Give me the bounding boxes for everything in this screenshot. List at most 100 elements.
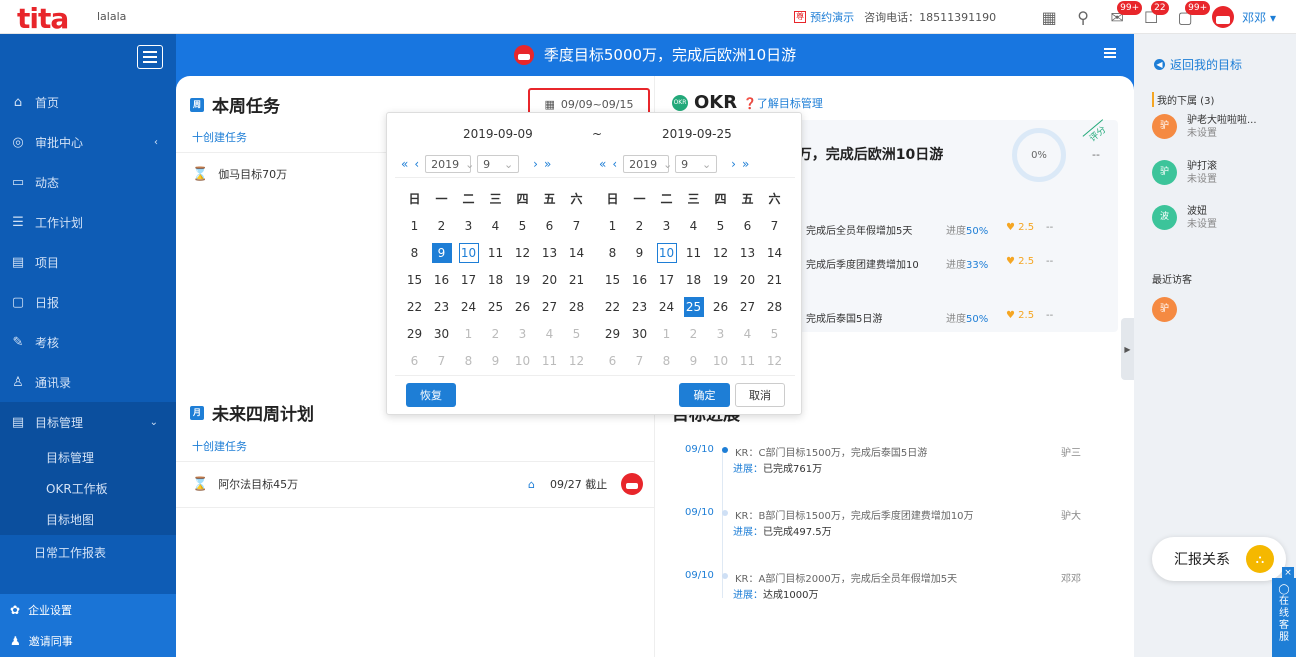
calendar-day[interactable]: 15 <box>599 270 626 290</box>
calendar-day[interactable]: 3 <box>509 324 536 344</box>
calendar-day[interactable]: 19 <box>509 270 536 290</box>
sidebar-item-work-plan[interactable]: ☰ 工作计划 <box>0 202 176 242</box>
sidebar-item-daily[interactable]: ▢ 日报 <box>0 282 176 322</box>
calendar-day[interactable]: 29 <box>401 324 428 344</box>
task-owner-avatar[interactable] <box>621 473 643 495</box>
calendar-day[interactable]: 6 <box>734 216 761 236</box>
calendar-day[interactable]: 1 <box>653 324 680 344</box>
prev-year-icon[interactable]: « <box>401 157 408 171</box>
online-service-button[interactable]: ◯ 在 线 客 服 <box>1272 578 1296 657</box>
right-month-select[interactable]: 9 ⌄ <box>675 155 718 173</box>
calendar-day[interactable]: 1 <box>599 216 626 236</box>
calendar-day[interactable]: 8 <box>653 351 680 371</box>
recent-visitor-avatar[interactable]: 驴 <box>1152 297 1177 322</box>
calendar-day[interactable]: 22 <box>401 297 428 317</box>
calendar-day[interactable]: 4 <box>680 216 707 236</box>
banner-menu-icon[interactable] <box>1104 48 1116 58</box>
calendar-day[interactable]: 26 <box>509 297 536 317</box>
calendar-day[interactable]: 11 <box>734 351 761 371</box>
calendar-day[interactable]: 10 <box>455 242 482 263</box>
user-menu[interactable]: 邓邓 ▾ <box>1242 9 1276 26</box>
calendar-day[interactable]: 21 <box>761 270 788 290</box>
subordinate-item[interactable]: 波 波妞 未设置 <box>1152 205 1217 232</box>
calendar-icon[interactable]: ▦ <box>1032 0 1066 34</box>
calendar-day[interactable]: 10 <box>653 242 680 263</box>
calendar-day[interactable]: 23 <box>428 297 455 317</box>
calendar-day[interactable]: 3 <box>455 216 482 236</box>
calendar-day[interactable]: 9 <box>428 242 455 263</box>
task-row[interactable]: ⌛ 伽马目标70万 <box>192 162 287 186</box>
sidebar-item-feed[interactable]: ▭ 动态 <box>0 162 176 202</box>
calendar-day[interactable]: 7 <box>563 216 590 236</box>
calendar-day[interactable]: 8 <box>455 351 482 371</box>
calendar-day[interactable]: 9 <box>482 351 509 371</box>
calendar-day[interactable]: 7 <box>428 351 455 371</box>
calendar-day[interactable]: 25 <box>680 296 707 317</box>
calendar-day[interactable]: 17 <box>455 270 482 290</box>
kr-row[interactable]: 万，完成后泰国5日游 进度50% ♥ 2.5 -- <box>786 308 1116 326</box>
calendar-day[interactable]: 6 <box>401 351 428 371</box>
calendar-day[interactable]: 9 <box>680 351 707 371</box>
create-task-link[interactable]: 十创建任务 <box>192 129 247 145</box>
calendar-day[interactable]: 2 <box>680 324 707 344</box>
sidebar-item-settings[interactable]: ✿ 企业设置 <box>0 594 176 625</box>
calendar-day[interactable]: 6 <box>599 351 626 371</box>
calendar-day[interactable]: 27 <box>536 297 563 317</box>
right-year-select[interactable]: 2019 ⌄ <box>623 155 672 173</box>
search-icon[interactable]: ⚲ <box>1066 0 1100 34</box>
sidebar-subitem-goal-management[interactable]: 目标管理 <box>0 442 176 473</box>
calendar-day[interactable]: 10 <box>509 351 536 371</box>
demo-link-label[interactable]: 预约演示 <box>810 9 854 25</box>
message-icon[interactable]: ✉ 99+ <box>1100 0 1143 34</box>
calendar-day[interactable]: 1 <box>455 324 482 344</box>
calendar-day[interactable]: 12 <box>707 243 734 263</box>
sidebar-item-approval[interactable]: ◎ 审批中心 ‹ <box>0 122 176 162</box>
calendar-day[interactable]: 5 <box>761 324 788 344</box>
calendar-day[interactable]: 12 <box>563 351 590 371</box>
next-year-icon[interactable]: » <box>742 157 749 171</box>
sidebar-item-daily-report[interactable]: 日常工作报表 <box>0 535 176 570</box>
left-year-select[interactable]: 2019 ⌄ <box>425 155 474 173</box>
sidebar-item-home[interactable]: ⌂ 首页 <box>0 82 176 122</box>
calendar-day[interactable]: 30 <box>626 324 653 344</box>
logo[interactable]: tita <box>17 2 69 35</box>
back-to-my-goals-link[interactable]: ◀ 返回我的目标 <box>1154 56 1242 73</box>
task-row[interactable]: ⌛ 阿尔法目标45万 ⌂ 09/27 截止 <box>192 472 648 496</box>
next-month-icon[interactable]: › <box>731 157 736 171</box>
calendar-day[interactable]: 7 <box>761 216 788 236</box>
calendar-day[interactable]: 11 <box>680 243 707 263</box>
calendar-day[interactable]: 5 <box>563 324 590 344</box>
report-relation-button[interactable]: 汇报关系 ⛬ <box>1152 537 1286 581</box>
demo-link[interactable]: 尊 预约演示 <box>794 9 854 25</box>
calendar-day[interactable]: 26 <box>707 297 734 317</box>
left-month-select[interactable]: 9 ⌄ <box>477 155 520 173</box>
kr-row[interactable]: 万，完成后全员年假增加5天 进度50% ♥ 2.5 -- <box>786 220 1116 238</box>
calendar-day[interactable]: 8 <box>401 243 428 263</box>
calendar-day[interactable]: 3 <box>653 216 680 236</box>
calendar-day[interactable]: 18 <box>482 270 509 290</box>
calendar-day[interactable]: 16 <box>626 270 653 290</box>
calendar-day[interactable]: 21 <box>563 270 590 290</box>
prev-month-icon[interactable]: ‹ <box>612 157 617 171</box>
calendar-day[interactable]: 1 <box>401 216 428 236</box>
calendar-day[interactable]: 14 <box>761 243 788 263</box>
calendar-day[interactable]: 29 <box>599 324 626 344</box>
calendar-day[interactable]: 24 <box>455 297 482 317</box>
kr-row[interactable]: 万，完成后季度团建费增加10 进度33% ♥ 2.5 -- <box>786 254 1116 272</box>
calendar-day[interactable]: 4 <box>482 216 509 236</box>
calendar-day[interactable]: 9 <box>626 243 653 263</box>
calendar-day[interactable]: 15 <box>401 270 428 290</box>
calendar-day[interactable]: 2 <box>626 216 653 236</box>
calendar-day[interactable]: 11 <box>536 351 563 371</box>
calendar-day[interactable]: 19 <box>707 270 734 290</box>
calendar-day[interactable]: 5 <box>707 216 734 236</box>
calendar-day[interactable]: 4 <box>536 324 563 344</box>
calendar-day[interactable]: 30 <box>428 324 455 344</box>
calendar-day[interactable]: 20 <box>734 270 761 290</box>
calendar-day[interactable]: 8 <box>599 243 626 263</box>
grade-tag[interactable]: 评分 <box>1082 119 1112 147</box>
next-year-icon[interactable]: » <box>544 157 551 171</box>
company-name[interactable]: lalala <box>97 10 126 23</box>
cancel-button[interactable]: 取消 <box>735 383 785 407</box>
calendar-day[interactable]: 27 <box>734 297 761 317</box>
